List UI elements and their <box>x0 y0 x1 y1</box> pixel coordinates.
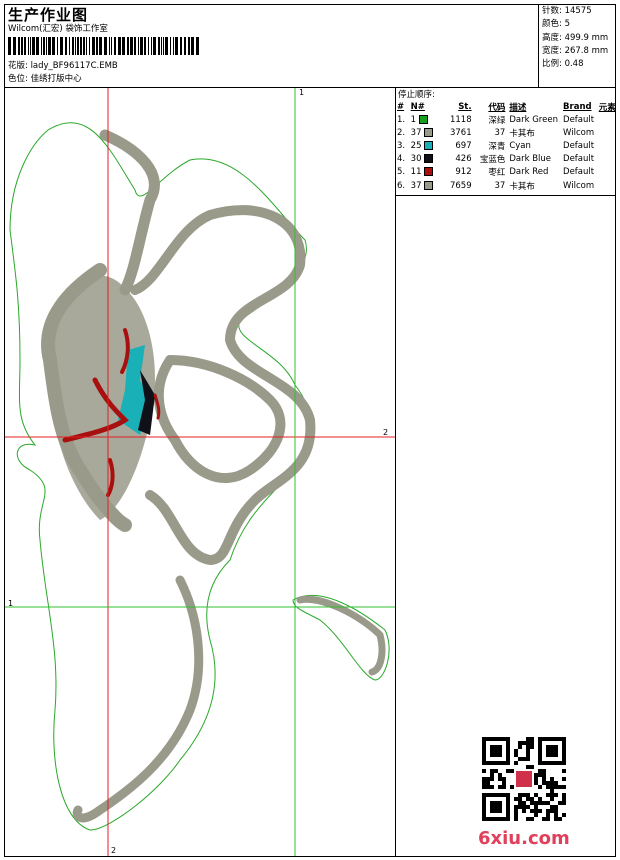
stop-row: 5. 11 912 枣红 Dark Red Default <box>397 166 620 179</box>
colorway-name: 色位: 佳绣打版中心 <box>8 74 82 84</box>
stop-row: 6. 37 7659 37 卡其布 Wilcom <box>397 179 620 192</box>
stop-sequence-table: # N# St. 代码 描述 Brand 元素 1. 1 1118 深绿 Dark G… <box>397 100 620 192</box>
description-cell: Cyan <box>509 140 531 151</box>
stop-index: 1. <box>397 114 406 125</box>
stats-divider <box>538 4 539 87</box>
color-swatch <box>424 127 434 137</box>
col-header: St. <box>458 101 472 112</box>
green-horizontal-label: 1 <box>8 599 14 608</box>
needle-cell: 37 <box>411 179 442 192</box>
needle-number: 25 <box>410 140 422 151</box>
code-cell: 深青 <box>488 141 506 152</box>
code-cell: 深绿 <box>488 115 506 126</box>
stop-index: 5. <box>397 167 406 178</box>
design-height: 高度: 499.9 mm <box>542 32 609 43</box>
barcode <box>8 37 199 55</box>
col-header: 描述 <box>509 102 527 113</box>
description-cell: Dark Green <box>509 114 558 125</box>
stops-divider <box>395 195 616 196</box>
color-swatch <box>424 140 434 150</box>
pattern-name: 花版: lady_BF96117C.EMB <box>8 61 118 71</box>
element-cell <box>599 153 620 166</box>
element-cell <box>599 126 620 139</box>
stitch-count: 针数: 14575 <box>542 6 592 16</box>
needle-number: 30 <box>410 154 422 165</box>
brand-cell: Default <box>563 167 595 178</box>
stitch-count-cell: 697 <box>455 140 472 151</box>
code-cell: 宝蓝色 <box>479 155 506 166</box>
green-vertical-label: 1 <box>299 88 305 97</box>
col-header: Brand <box>563 101 592 112</box>
red-horizontal-label: 2 <box>383 428 389 437</box>
color-swatch <box>424 154 434 164</box>
needle-number: 37 <box>410 180 422 191</box>
design-scale: 比例: 0.48 <box>542 59 584 70</box>
stop-index: 6. <box>397 180 406 191</box>
stop-index: 3. <box>397 140 406 151</box>
brand-cell: Default <box>563 154 595 165</box>
stitch-count-cell: 3761 <box>449 127 472 138</box>
element-cell <box>599 139 620 152</box>
description-cell: Dark Red <box>509 167 549 178</box>
description-cell: 卡其布 <box>509 181 535 192</box>
stitch-count-cell: 7659 <box>449 180 472 191</box>
design-outline <box>9 122 312 831</box>
needle-number: 1 <box>410 114 417 125</box>
stop-row: 2. 37 3761 37 卡其布 Wilcom <box>397 126 620 139</box>
stop-index: 2. <box>397 127 406 138</box>
brand-cell: Wilcom <box>563 127 595 138</box>
stop-row: 3. 25 697 深青 Cyan Default <box>397 139 620 152</box>
code-cell: 37 <box>494 127 506 138</box>
upper-tendril <box>99 129 160 296</box>
element-cell <box>599 179 620 192</box>
element-cell <box>599 166 620 179</box>
needle-number: 37 <box>410 127 422 138</box>
needle-cell: 30 <box>411 153 442 166</box>
col-header: 元素 <box>598 102 616 113</box>
col-header: # <box>397 101 405 112</box>
description-cell: Dark Blue <box>509 154 552 165</box>
color-swatch <box>418 114 428 124</box>
color-swatch <box>424 167 434 177</box>
stop-row: 1. 1 1118 深绿 Dark Green Default <box>397 113 620 126</box>
color-count: 颜色: 5 <box>542 19 570 30</box>
stitch-count-cell: 1118 <box>449 114 472 125</box>
needle-cell: 11 <box>411 166 442 179</box>
col-header: N# <box>410 101 425 112</box>
tail-band <box>296 595 386 676</box>
stop-sequence-title: 停止顺序: <box>398 90 435 100</box>
color-swatch <box>424 180 434 190</box>
page-title: 生产作业图 <box>8 6 89 24</box>
stop-row: 4. 30 426 宝蓝色 Dark Blue Default <box>397 153 620 166</box>
stop-index: 4. <box>397 154 406 165</box>
embroidery-design <box>5 88 395 856</box>
brand-cell: Default <box>563 140 595 151</box>
lower-tendril <box>72 575 204 823</box>
design-divider <box>395 87 396 857</box>
col-header: 代码 <box>488 102 506 113</box>
needle-cell: 25 <box>411 139 442 152</box>
brand-cell: Wilcom <box>563 180 595 191</box>
brand-cell: Default <box>563 114 595 125</box>
needle-cell: 37 <box>411 126 442 139</box>
element-cell <box>599 113 620 126</box>
stitch-count-cell: 912 <box>455 167 472 178</box>
watermark: 6xiu.com <box>478 828 570 849</box>
code-cell: 枣红 <box>488 168 506 179</box>
design-width: 宽度: 267.8 mm <box>542 45 609 56</box>
stitch-count-cell: 426 <box>455 154 472 165</box>
qr-code <box>482 737 566 821</box>
studio-name: Wilcom(汇宏) 袋饰工作室 <box>8 24 108 34</box>
needle-number: 11 <box>410 167 422 178</box>
code-cell: 37 <box>494 180 506 191</box>
needle-cell: 1 <box>411 113 442 126</box>
design-stats: 针数: 14575 颜色: 5 高度: 499.9 mm 宽度: 267.8 m… <box>542 5 608 71</box>
description-cell: 卡其布 <box>509 128 535 139</box>
red-vertical-label: 2 <box>111 846 117 855</box>
